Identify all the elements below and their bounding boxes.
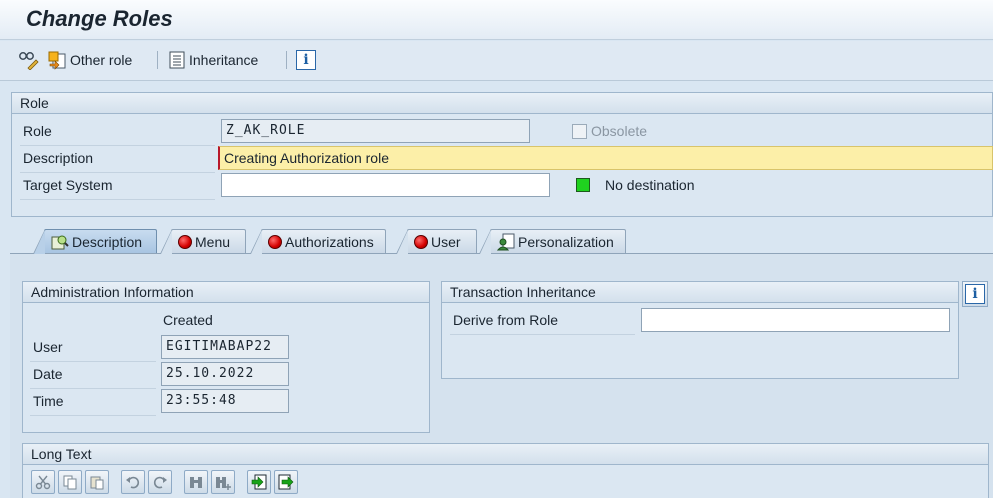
redo-icon xyxy=(153,476,167,489)
inheritance-button[interactable]: Inheritance xyxy=(168,48,258,72)
paste-button[interactable] xyxy=(85,470,109,494)
tab-user[interactable]: User xyxy=(396,229,477,254)
info-icon: i xyxy=(296,50,316,70)
row-divider xyxy=(30,415,156,416)
page-title: Change Roles xyxy=(26,6,173,31)
green-status-icon xyxy=(576,178,590,192)
display-change-button[interactable] xyxy=(18,48,40,72)
paste-icon xyxy=(90,476,104,490)
export-button[interactable] xyxy=(274,470,298,494)
admin-date-label: Date xyxy=(33,366,63,382)
tab-label: Menu xyxy=(195,233,231,250)
binoculars-plus-icon xyxy=(216,477,231,490)
tab-label: Personalization xyxy=(518,233,614,250)
long-text-header: Long Text xyxy=(23,444,988,465)
row-divider xyxy=(30,361,156,362)
copy-button[interactable] xyxy=(58,470,82,494)
obsolete-checkbox[interactable] xyxy=(572,124,587,139)
tab-description[interactable]: Description xyxy=(33,229,157,254)
derive-from-role-field[interactable] xyxy=(641,308,950,332)
toolbar-separator xyxy=(286,51,287,69)
row-divider xyxy=(30,388,156,389)
tab-personalization[interactable]: Personalization xyxy=(479,229,626,254)
obsolete-label: Obsolete xyxy=(591,123,648,139)
description-icon xyxy=(51,233,69,251)
column-created: Created xyxy=(163,312,213,328)
glasses-pencil-icon xyxy=(18,50,40,70)
admin-info-header: Administration Information xyxy=(23,282,429,303)
export-icon xyxy=(278,474,294,490)
role-group-header: Role xyxy=(12,93,992,114)
info-button[interactable]: i xyxy=(296,50,316,70)
role-label: Role xyxy=(23,123,52,139)
import-icon xyxy=(251,474,267,490)
role-field[interactable]: Z_AK_ROLE xyxy=(221,119,530,143)
row-divider xyxy=(20,199,215,200)
red-status-icon xyxy=(268,234,282,249)
find-next-button[interactable] xyxy=(211,470,235,494)
binoculars-icon xyxy=(190,477,202,488)
toolbar-separator xyxy=(157,51,158,69)
tab-label: Authorizations xyxy=(285,233,374,250)
target-system-label: Target System xyxy=(23,177,113,193)
inheritance-label: Inheritance xyxy=(189,52,259,68)
row-divider xyxy=(20,145,215,146)
red-status-icon xyxy=(178,234,192,249)
destination-status: No destination xyxy=(605,177,695,193)
red-status-icon xyxy=(414,234,428,249)
transaction-inheritance-info-button[interactable]: i xyxy=(962,281,988,307)
other-role-button[interactable]: Other role xyxy=(47,48,132,72)
admin-date-field[interactable]: 25.10.2022 xyxy=(161,362,289,386)
description-label: Description xyxy=(23,150,94,166)
tab-menu[interactable]: Menu xyxy=(160,229,246,254)
cut-button[interactable] xyxy=(31,470,55,494)
derive-from-role-label: Derive from Role xyxy=(453,312,559,328)
target-system-field[interactable] xyxy=(221,173,550,197)
scissors-icon xyxy=(35,475,51,490)
undo-button[interactable] xyxy=(121,470,145,494)
personalization-icon xyxy=(497,233,515,251)
other-object-icon xyxy=(47,50,67,70)
description-field[interactable]: Creating Authorization role xyxy=(218,146,993,170)
row-divider xyxy=(450,334,635,335)
tab-label: User xyxy=(431,233,461,250)
transaction-inheritance-header: Transaction Inheritance xyxy=(442,282,958,303)
other-role-label: Other role xyxy=(70,52,133,68)
find-button[interactable] xyxy=(184,470,208,494)
tab-label: Description xyxy=(72,233,143,250)
undo-icon xyxy=(126,476,140,489)
admin-time-label: Time xyxy=(33,393,64,409)
admin-time-field[interactable]: 23:55:48 xyxy=(161,389,289,413)
info-icon: i xyxy=(965,284,985,304)
long-text-toolbar xyxy=(31,470,298,494)
copy-icon xyxy=(63,475,77,490)
tab-authorizations[interactable]: Authorizations xyxy=(250,229,386,254)
import-button[interactable] xyxy=(247,470,271,494)
row-divider xyxy=(20,172,215,173)
admin-user-label: User xyxy=(33,339,63,355)
admin-user-field[interactable]: EGITIMABAP22 xyxy=(161,335,289,359)
list-icon xyxy=(168,51,186,69)
application-toolbar xyxy=(0,41,993,81)
redo-button[interactable] xyxy=(148,470,172,494)
